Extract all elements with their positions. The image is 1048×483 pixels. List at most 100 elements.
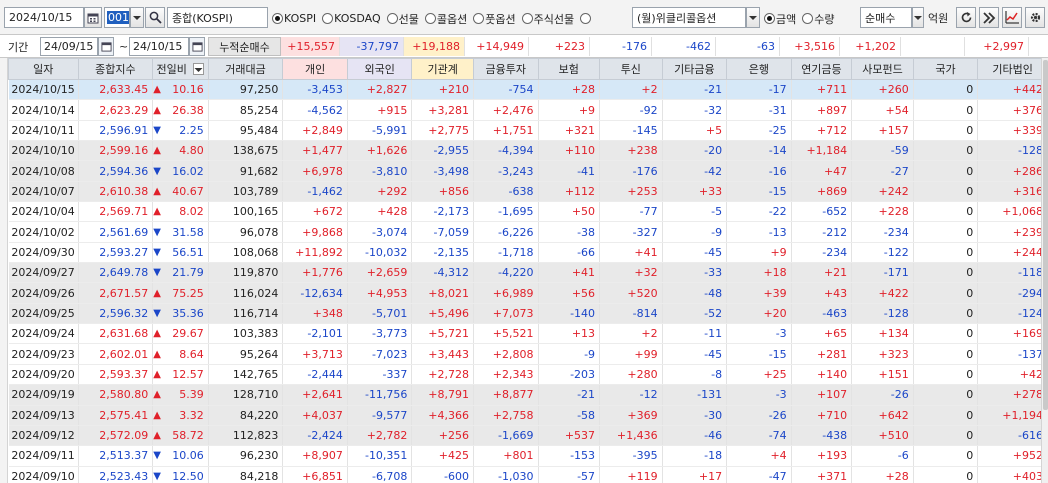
weekly-option-dropdown[interactable]: [746, 7, 760, 28]
table-row[interactable]: 2024/09/26 2,671.57 ▲ 75.25 116,024 -12,634 +4…: [8, 282, 1048, 304]
scrollbar-thumb[interactable]: [1043, 60, 1048, 410]
cell-other-financial: -33: [662, 262, 728, 284]
col-header-institution[interactable]: 기관계: [411, 58, 474, 80]
table-row[interactable]: 2024/10/10 2,599.16 ▲ 4.80 138,675 +1,477 +1,6…: [8, 140, 1048, 162]
next-button[interactable]: [979, 7, 999, 28]
cell-other-corp: +952: [977, 445, 1048, 467]
col-header-pension[interactable]: 연기금등: [790, 58, 853, 80]
sum-investment-trust: -176: [590, 37, 652, 56]
cell-date: 2024/09/11: [8, 445, 79, 467]
chevron-down-icon: [749, 15, 757, 20]
table-row[interactable]: 2024/09/10 2,523.43 ▼ 12.50 84,218 +6,851 -6,7…: [8, 466, 1048, 483]
col-header-index[interactable]: 종합지수: [77, 58, 154, 80]
start-date-value: 24/09/15: [44, 40, 94, 53]
cell-individual: -1,462: [282, 181, 348, 203]
col-header-other-financial[interactable]: 기타금융: [661, 58, 728, 80]
table-row[interactable]: 2024/10/08 2,594.36 ▼ 16.02 91,682 +6,978 -3,8…: [8, 160, 1048, 182]
cell-nation: 0: [913, 466, 979, 483]
col-header-nation[interactable]: 국가: [912, 58, 979, 80]
cell-private-fund: +134: [851, 323, 914, 345]
radio-quantity[interactable]: 수량: [802, 11, 835, 27]
up-triangle-icon: ▲: [153, 185, 161, 197]
cell-bank: +18: [726, 262, 792, 284]
radio-amount[interactable]: 금액: [764, 11, 796, 27]
table-row[interactable]: 2024/10/14 2,623.29 ▲ 26.38 85,254 -4,562 +915…: [8, 99, 1048, 121]
col-header-foreign[interactable]: 외국인: [346, 58, 413, 80]
table-row[interactable]: 2024/09/12 2,572.09 ▲ 58.72 112,823 -2,424 +2,…: [8, 425, 1048, 447]
table-row[interactable]: 2024/09/11 2,513.37 ▼ 10.06 96,230 +8,907 -10,…: [8, 445, 1048, 467]
col-header-bank[interactable]: 은행: [726, 58, 792, 80]
col-header-private-fund[interactable]: 사모펀드: [851, 58, 914, 80]
chart-button[interactable]: [1002, 7, 1022, 28]
radio-indicator: [473, 13, 485, 24]
col-header-financial-investment[interactable]: 금융투자: [472, 58, 539, 80]
start-date-input[interactable]: 24/09/15: [40, 37, 98, 56]
filter-bar: 기간 24/09/15 ~ 24/10/15 누적순매수 +15,557 -37…: [0, 35, 1048, 58]
radio-call-option[interactable]: 콜옵션: [424, 11, 467, 27]
cell-individual: +1,776: [282, 262, 348, 284]
col-header-date[interactable]: 일자: [8, 58, 79, 80]
col-header-investment-trust[interactable]: 투신: [599, 58, 663, 80]
calendar-button[interactable]: [84, 7, 102, 28]
col-header-insurance[interactable]: 보험: [537, 58, 601, 80]
code-dropdown-button[interactable]: [130, 7, 144, 28]
cell-investment-trust: +2: [599, 323, 663, 345]
refresh-button[interactable]: [956, 7, 976, 28]
radio-futures[interactable]: 선물: [386, 11, 419, 27]
cell-index: 2,575.41: [78, 405, 154, 426]
search-button[interactable]: [145, 7, 165, 28]
mode-select[interactable]: 순매수: [860, 7, 912, 28]
cell-individual: -2,101: [282, 323, 348, 345]
table-row[interactable]: 2024/09/25 2,596.32 ▼ 35.36 116,714 +348 -5,70…: [8, 303, 1048, 325]
code-input[interactable]: 001: [104, 7, 130, 28]
table-row[interactable]: 2024/09/24 2,631.68 ▲ 29.67 103,383 -2,101 -3,…: [8, 323, 1048, 345]
table-row[interactable]: 2024/09/23 2,602.01 ▲ 8.64 95,264 +3,713 -7,02…: [8, 343, 1048, 365]
table-row[interactable]: 2024/10/15 2,633.45 ▲ 10.16 97,250 -3,453 +2,8…: [8, 79, 1048, 101]
radio-weekly[interactable]: [580, 13, 592, 24]
table-row[interactable]: 2024/09/27 2,649.78 ▼ 21.79 119,870 +1,776 +2,…: [8, 262, 1048, 284]
cell-other-financial: -32: [662, 99, 728, 121]
col-header-change[interactable]: 전일비: [152, 58, 209, 80]
table-row[interactable]: 2024/09/19 2,580.80 ▲ 5.39 128,710 +2,641 -11,…: [8, 384, 1048, 406]
cell-other-financial: -52: [662, 303, 728, 325]
cell-financial-investment: +6,989: [473, 282, 539, 304]
mode-dropdown[interactable]: [912, 7, 924, 28]
cell-institution: -4,312: [411, 262, 474, 284]
cell-financial-investment: -1,669: [473, 425, 539, 447]
col-header-trade-amount[interactable]: 거래대금: [207, 58, 284, 80]
table-row[interactable]: 2024/10/11 2,596.91 ▼ 2.25 95,484 +2,849 -5,99…: [8, 120, 1048, 142]
radio-kospi[interactable]: KOSPI: [272, 12, 316, 25]
table-row[interactable]: 2024/09/30 2,593.27 ▼ 56.51 108,068 +11,892 -1…: [8, 242, 1048, 264]
table-row[interactable]: 2024/09/20 2,593.37 ▲ 12.57 142,765 -2,444 -33…: [8, 364, 1048, 386]
col-header-other-corp[interactable]: 기타법인: [977, 58, 1048, 80]
table-row[interactable]: 2024/10/07 2,610.38 ▲ 40.67 103,789 -1,462 +29…: [8, 181, 1048, 203]
table-row[interactable]: 2024/10/02 2,561.69 ▼ 31.58 96,078 +9,868 -3,0…: [8, 221, 1048, 243]
radio-stock-futures[interactable]: 주식선물: [521, 11, 574, 27]
cell-index: 2,513.37: [78, 445, 154, 467]
cell-pension: -652: [791, 201, 853, 223]
vertical-scrollbar[interactable]: [1041, 58, 1048, 483]
cell-trade-amount: 116,714: [208, 303, 284, 325]
cell-other-corp: -137: [977, 343, 1048, 365]
sort-down-icon[interactable]: [193, 63, 205, 75]
table-row[interactable]: 2024/10/04 2,569.71 ▲ 8.02 100,165 +672 +428 -2…: [8, 201, 1048, 223]
cell-bank: -22: [726, 201, 792, 223]
table-row[interactable]: 2024/09/13 2,575.41 ▲ 3.32 84,220 +4,037 -9,57…: [8, 405, 1048, 426]
cell-private-fund: +242: [851, 181, 914, 203]
col-header-individual[interactable]: 개인: [282, 58, 348, 80]
cell-date: 2024/10/04: [8, 201, 79, 223]
start-calendar-button[interactable]: [98, 37, 114, 56]
radio-put-option[interactable]: 풋옵션: [473, 11, 516, 27]
date-field[interactable]: 2024/10/15: [4, 7, 84, 28]
up-triangle-icon: ▲: [153, 430, 161, 442]
settings-button[interactable]: [1025, 7, 1045, 28]
cell-change: ▲ 40.67: [152, 181, 209, 203]
weekly-option-select[interactable]: (월)위클리콜옵션: [632, 7, 746, 28]
change-value: 8.64: [179, 347, 204, 361]
end-calendar-button[interactable]: [189, 37, 205, 56]
end-date-input[interactable]: 24/10/15: [129, 37, 189, 56]
cell-other-corp: -294: [977, 282, 1048, 304]
cell-insurance: -66: [538, 242, 601, 264]
radio-kosdaq[interactable]: KOSDAQ: [322, 12, 381, 25]
cell-change: ▲ 58.72: [152, 425, 209, 447]
